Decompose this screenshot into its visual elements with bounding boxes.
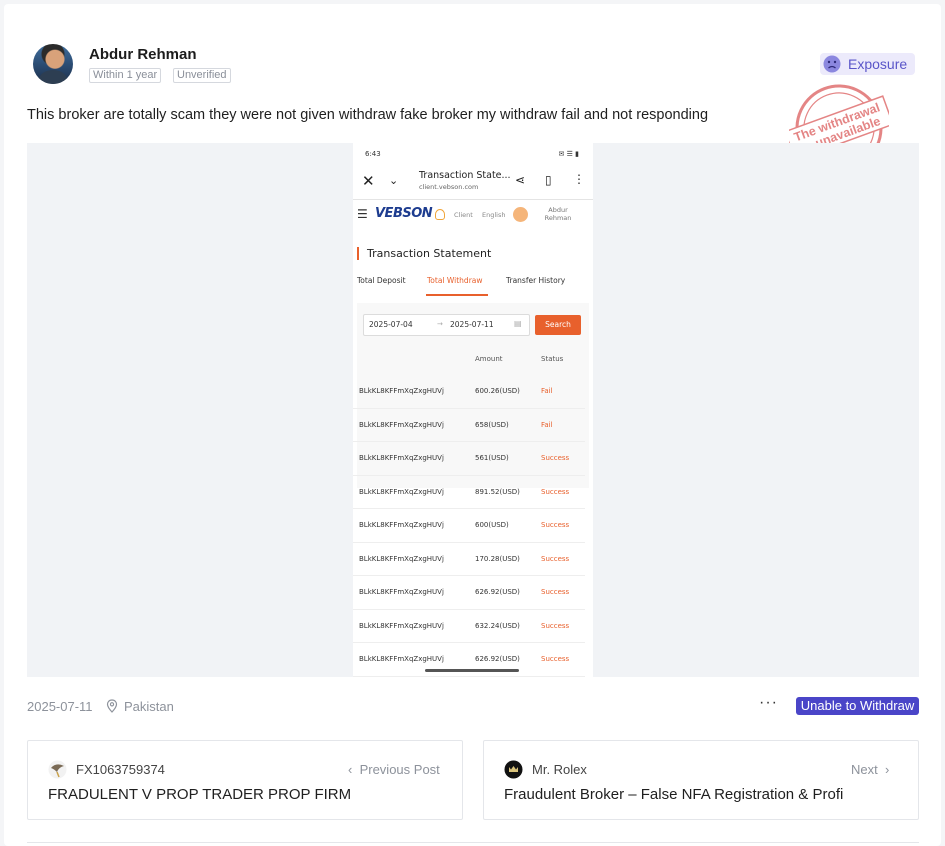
verification-tag: Unverified <box>173 68 231 83</box>
transaction-id: BLkKL8KFFmXqZxgHUVj <box>359 588 444 596</box>
search-button: Search <box>535 315 581 335</box>
author-name[interactable]: Abdur Rehman <box>89 46 197 63</box>
previous-post-card[interactable]: FX1063759374 ‹ Previous Post FRADULENT V… <box>27 740 463 820</box>
date-to: 2025-07-11 <box>450 320 494 329</box>
transaction-status: Success <box>541 554 570 563</box>
issue-badge[interactable]: Unable to Withdraw <box>796 697 919 715</box>
table-row: BLkKL8KFFmXqZxgHUVj 600(USD) Success <box>353 509 585 543</box>
more-vertical-icon: ⋮ <box>573 172 585 186</box>
transaction-amount: 658(USD) <box>475 420 509 429</box>
next-post-card[interactable]: Mr. Rolex Next › Fraudulent Broker – Fal… <box>483 740 919 820</box>
transaction-id: BLkKL8KFFmXqZxgHUVj <box>359 621 444 630</box>
transaction-amount: 626.92(USD) <box>475 655 520 663</box>
transaction-status: Fail <box>541 420 553 429</box>
author-avatar[interactable] <box>33 44 73 84</box>
bookmark-icon: ▯ <box>545 173 552 187</box>
transaction-id: BLkKL8KFFmXqZxgHUVj <box>359 655 444 663</box>
transaction-status: Success <box>541 521 570 529</box>
chevron-down-icon: ⌄ <box>389 174 399 187</box>
column-status: Status <box>541 355 564 363</box>
rolex-crown-avatar-icon <box>504 760 523 779</box>
transaction-id: BLkKL8KFFmXqZxgHUVj <box>359 420 444 429</box>
table-row: BLkKL8KFFmXqZxgHUVj 658(USD) Fail <box>353 409 585 442</box>
table-row: BLkKL8KFFmXqZxgHUVj 632.24(USD) Success <box>353 610 585 643</box>
transaction-amount: 600(USD) <box>475 521 509 529</box>
next-post-title: Fraudulent Broker – False NFA Registrati… <box>504 786 844 803</box>
chevron-left-icon: ‹ <box>348 762 353 777</box>
transaction-amount: 632.24(USD) <box>475 621 520 630</box>
calendar-icon: ▤ <box>514 319 522 328</box>
vebson-logo: VEBSON <box>375 206 433 221</box>
transaction-id: BLkKL8KFFmXqZxgHUVj <box>359 487 444 496</box>
eagle-avatar-icon <box>48 760 67 779</box>
previous-post-title: FRADULENT V PROP TRADER PROP FIRM <box>48 786 352 803</box>
phone-status-icons: ✉ ☰ ▮ <box>558 150 579 158</box>
transaction-status: Success <box>541 454 570 462</box>
transaction-status: Success <box>541 655 570 663</box>
previous-post-text: Previous Post <box>359 762 440 777</box>
ellipsis-icon[interactable]: ··· <box>759 694 778 712</box>
post-image[interactable]: 6:43 ✉ ☰ ▮ ✕ ⌄ Transaction State... clie… <box>27 143 919 677</box>
tab-total-deposit: Total Deposit <box>357 276 406 285</box>
transaction-status: Fail <box>541 387 553 395</box>
tab-transfer-history: Transfer History <box>506 276 566 285</box>
column-amount: Amount <box>475 355 503 363</box>
bell-icon <box>435 209 445 220</box>
next-post-label: Next › <box>851 762 889 777</box>
chevron-right-icon: › <box>884 762 890 777</box>
transaction-status: Success <box>541 487 570 496</box>
post-body: This broker are totally scam they were n… <box>27 107 709 123</box>
table-row: BLkKL8KFFmXqZxgHUVj 626.92(USD) Success <box>353 576 585 610</box>
nav-user-last: Rehman <box>544 214 572 222</box>
user-avatar-icon <box>513 207 528 222</box>
hamburger-menu-icon: ☰ <box>357 207 368 221</box>
next-post-text: Next <box>851 762 878 777</box>
phone-url: client.vebson.com <box>419 183 479 191</box>
section-title: Transaction Statement <box>367 247 492 260</box>
table-row: BLkKL8KFFmXqZxgHUVj 891.52(USD) Success <box>353 476 585 509</box>
close-icon: ✕ <box>362 172 375 190</box>
phone-screenshot: 6:43 ✉ ☰ ▮ ✕ ⌄ Transaction State... clie… <box>353 143 593 677</box>
date-from: 2025-07-04 <box>369 320 413 329</box>
table-row: BLkKL8KFFmXqZxgHUVj 600.26(USD) Fail <box>353 375 585 409</box>
transaction-id: BLkKL8KFFmXqZxgHUVj <box>359 554 444 563</box>
phone-page-title: Transaction State... <box>419 170 511 181</box>
next-post-author: Mr. Rolex <box>532 762 587 777</box>
previous-post-author: FX1063759374 <box>76 762 165 777</box>
active-tab-underline <box>426 294 488 296</box>
nav-user: Abdur Rehman <box>543 206 573 222</box>
post-date: 2025-07-11 <box>27 699 93 714</box>
location-pin-icon <box>106 699 118 713</box>
transaction-id: BLkKL8KFFmXqZxgHUVj <box>359 521 444 529</box>
nav-language: English <box>482 211 506 219</box>
tab-total-withdraw: Total Withdraw <box>427 276 483 285</box>
transaction-amount: 891.52(USD) <box>475 487 520 496</box>
share-icon: ⋖ <box>515 173 526 187</box>
transaction-status: Success <box>541 621 570 630</box>
transaction-status: Success <box>541 588 570 596</box>
transaction-id: BLkKL8KFFmXqZxgHUVj <box>359 387 444 395</box>
category-label: Exposure <box>848 56 908 72</box>
post-location: Pakistan <box>124 699 174 714</box>
tenure-tag: Within 1 year <box>89 68 162 83</box>
divider <box>27 842 919 843</box>
arrow-right-icon: → <box>437 320 443 328</box>
transaction-amount: 561(USD) <box>475 454 509 462</box>
transaction-amount: 600.26(USD) <box>475 387 520 395</box>
transaction-id: BLkKL8KFFmXqZxgHUVj <box>359 454 444 462</box>
divider <box>353 199 593 200</box>
category-badge: Exposure <box>820 53 915 75</box>
phone-status-time: 6:43 <box>365 150 381 158</box>
transaction-amount: 626.92(USD) <box>475 588 520 596</box>
table-row: BLkKL8KFFmXqZxgHUVj 170.28(USD) Success <box>353 543 585 576</box>
home-indicator <box>425 669 519 672</box>
table-row: BLkKL8KFFmXqZxgHUVj 561(USD) Success <box>353 442 585 476</box>
transaction-amount: 170.28(USD) <box>475 554 520 563</box>
previous-post-label: ‹ Previous Post <box>348 762 440 777</box>
sad-face-icon <box>823 55 841 73</box>
nav-user-first: Abdur <box>548 206 568 214</box>
nav-client: Client <box>454 211 473 219</box>
section-accent <box>357 247 359 260</box>
